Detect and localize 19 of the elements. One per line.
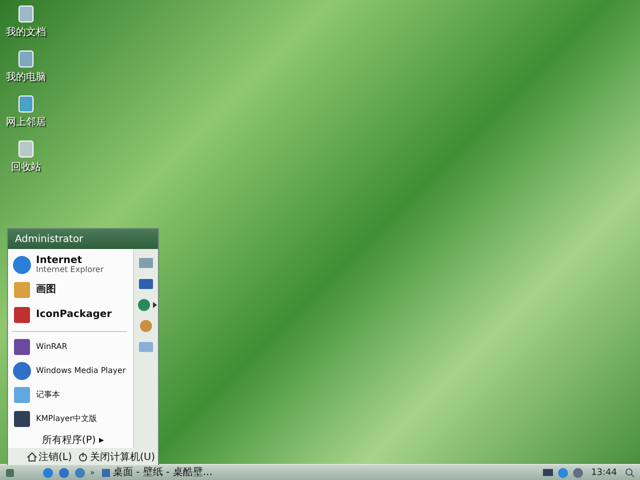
program-item[interactable]: KMPlayer中文版 — [12, 407, 133, 431]
user-name: Administrator — [15, 234, 84, 244]
submenu-arrow-icon — [152, 302, 156, 308]
desktop-icon-label[interactable]: 我的电脑 — [6, 70, 46, 84]
program-item[interactable]: WinRAR — [12, 335, 133, 359]
task-button[interactable]: 桌面 - 壁纸 - 桌酷壁... — [100, 466, 212, 478]
overflow-button[interactable]: » — [90, 468, 95, 477]
clock[interactable]: 13:44 — [591, 468, 617, 478]
desktop-icon-label[interactable]: 我的文档 — [6, 25, 46, 39]
program-item[interactable]: Internet Internet Explorer — [12, 252, 133, 277]
program-item[interactable]: Windows Media Player — [12, 359, 133, 383]
program-item[interactable]: IconPackager — [12, 302, 133, 327]
program-item[interactable]: 画图 — [12, 277, 133, 302]
program-item[interactable]: 记事本 — [12, 383, 133, 407]
power-icon — [78, 452, 88, 462]
log-off-button[interactable]: 注销(L) — [26, 450, 72, 464]
shut-down-button[interactable]: 关闭计算机(U) — [78, 450, 155, 464]
all-programs-item[interactable]: 所有程序(P) ▸ — [42, 433, 104, 447]
house-icon — [26, 452, 36, 462]
